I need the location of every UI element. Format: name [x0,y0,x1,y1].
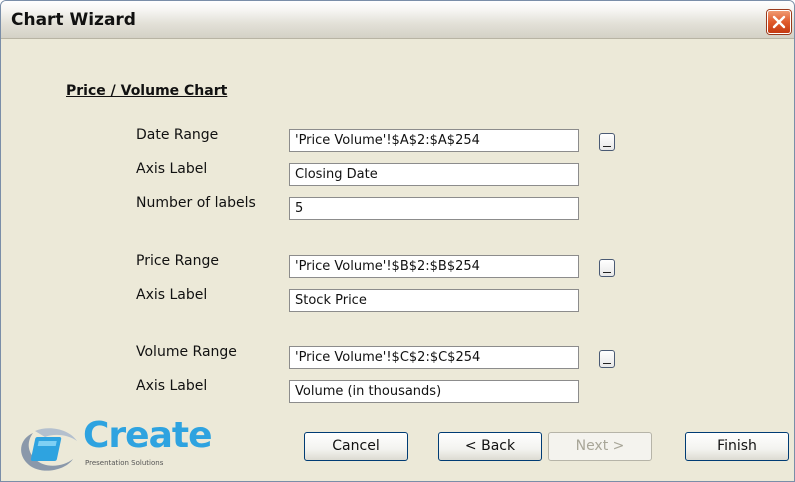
volume-range-picker-button[interactable] [599,350,615,368]
date-axis-label: Axis Label [136,161,208,177]
logo-swirl-icon [21,428,77,471]
price-axis-label-input[interactable]: Stock Price [289,289,579,312]
date-range-label: Date Range [136,127,219,143]
window-title: Chart Wizard [11,10,136,30]
volume-range-input[interactable]: 'Price Volume'!$C$2:$C$254 [289,346,579,369]
price-range-picker-button[interactable] [599,259,615,277]
volume-range-label: Volume Range [136,344,237,360]
price-range-input[interactable]: 'Price Volume'!$B$2:$B$254 [289,255,579,278]
volume-axis-label: Axis Label [136,378,208,394]
price-range-label: Price Range [136,253,219,269]
back-button[interactable]: < Back [438,432,542,461]
section-title: Price / Volume Chart [66,83,228,99]
date-range-picker-button[interactable] [599,133,615,151]
number-of-labels-label: Number of labels [136,195,256,211]
close-icon [772,15,786,29]
number-of-labels-input[interactable]: 5 [289,197,579,220]
date-range-input[interactable]: 'Price Volume'!$A$2:$A$254 [289,129,579,152]
create-logo: Create Presentation Solutions [15,415,213,477]
title-bar[interactable]: Chart Wizard [1,1,794,39]
finish-button[interactable]: Finish [685,432,789,461]
chart-wizard-window: Chart Wizard Price / Volume Chart Date R… [0,0,795,482]
date-axis-label-input[interactable]: Closing Date [289,163,579,186]
cancel-button[interactable]: Cancel [304,432,408,461]
logo-subtitle: Presentation Solutions [85,459,164,467]
next-button[interactable]: Next > [548,432,652,461]
logo-wordmark: Create [83,415,213,456]
price-axis-label: Axis Label [136,287,208,303]
volume-axis-label-input[interactable]: Volume (in thousands) [289,380,579,403]
close-button[interactable] [767,10,791,34]
